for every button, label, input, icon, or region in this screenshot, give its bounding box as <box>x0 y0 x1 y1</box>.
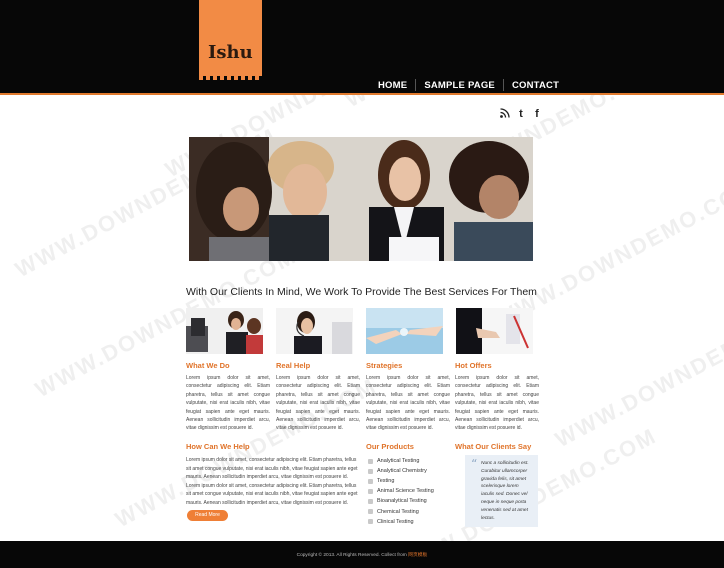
watermark: WWW.DOWNDEMO.COM <box>551 292 724 453</box>
bullet-icon <box>368 509 373 515</box>
how-can-we-help-title: How Can We Help <box>186 442 250 451</box>
bullet-icon <box>368 458 373 464</box>
testimonial-title: What Our Clients Say <box>455 442 532 451</box>
real-help-text: Lorem ipsum dolor sit amet, consectetur … <box>276 375 360 432</box>
what-we-do-text: Lorem ipsum dolor sit amet, consectetur … <box>186 375 270 432</box>
product-label: Analytical Chemistry <box>377 468 427 475</box>
rss-icon[interactable] <box>500 108 510 120</box>
social-links: t f <box>500 108 542 120</box>
what-we-do-image <box>186 308 263 354</box>
strategies-text: Lorem ipsum dolor sit amet, consectetur … <box>366 375 450 432</box>
main-nav: HOME SAMPLE PAGE CONTACT <box>370 78 567 92</box>
product-label: Animal Science Testing <box>377 488 434 495</box>
product-label: Clinical Testing <box>377 518 414 525</box>
product-label: Chemical Testing <box>377 508 419 515</box>
bullet-icon <box>368 498 373 504</box>
real-help-title[interactable]: Real Help <box>276 361 310 370</box>
hero-image <box>189 137 533 261</box>
our-products-title: Our Products <box>366 442 414 451</box>
how-can-we-help-text: Lorem ipsum dolor sit amet, consectetur … <box>186 457 358 506</box>
twitter-icon[interactable]: t <box>516 108 526 120</box>
product-label: Bioanalytical Testing <box>377 498 427 505</box>
read-more-button[interactable]: Read More <box>187 510 228 521</box>
testimonial-quote: Nunc a sollicitudin est. Curabitur ullam… <box>481 461 529 521</box>
site-logo[interactable]: Ishu <box>199 0 262 78</box>
list-item[interactable]: Animal Science Testing <box>368 486 434 496</box>
site-footer: Copyright © 2013. All Rights Reserved. C… <box>0 541 724 568</box>
what-we-do-title[interactable]: What We Do <box>186 361 230 370</box>
bullet-icon <box>368 519 373 525</box>
page-tagline: With Our Clients In Mind, We Work To Pro… <box>186 286 537 298</box>
list-item[interactable]: Bioanalytical Testing <box>368 496 434 506</box>
bullet-icon <box>368 488 373 494</box>
footer-link[interactable]: 网页模板 <box>408 553 427 558</box>
footer-copyright: Copyright © 2013. All Rights Reserved. C… <box>0 551 724 558</box>
products-list: Analytical Testing Analytical Chemistry … <box>368 456 434 527</box>
nav-home[interactable]: HOME <box>370 80 415 91</box>
product-label: Analytical Testing <box>377 458 420 465</box>
header-divider <box>0 93 724 95</box>
logo-torn-edge <box>199 76 262 80</box>
bullet-icon <box>368 468 373 474</box>
site-header <box>0 0 724 93</box>
logo-text: Ishu <box>208 42 253 63</box>
nav-sample-page[interactable]: SAMPLE PAGE <box>416 80 503 91</box>
copyright-text: Copyright © 2013. All Rights Reserved. C… <box>296 553 407 558</box>
hot-offers-title[interactable]: Hot Offers <box>455 361 492 370</box>
hot-offers-text: Lorem ipsum dolor sit amet, consectetur … <box>455 375 539 432</box>
list-item[interactable]: Testing <box>368 476 434 486</box>
list-item[interactable]: Chemical Testing <box>368 506 434 516</box>
product-label: Testing <box>377 478 395 485</box>
quote-icon: “ <box>471 457 478 471</box>
hot-offers-image <box>456 308 533 354</box>
list-item[interactable]: Clinical Testing <box>368 517 434 527</box>
strategies-title[interactable]: Strategies <box>366 361 402 370</box>
list-item[interactable]: Analytical Chemistry <box>368 466 434 476</box>
testimonial-box: “ Nunc a sollicitudin est. Curabitur ull… <box>465 455 538 527</box>
facebook-icon[interactable]: f <box>532 108 542 120</box>
strategies-image <box>366 308 443 354</box>
list-item[interactable]: Analytical Testing <box>368 456 434 466</box>
nav-contact[interactable]: CONTACT <box>504 80 567 91</box>
bullet-icon <box>368 478 373 484</box>
real-help-image <box>276 308 353 354</box>
